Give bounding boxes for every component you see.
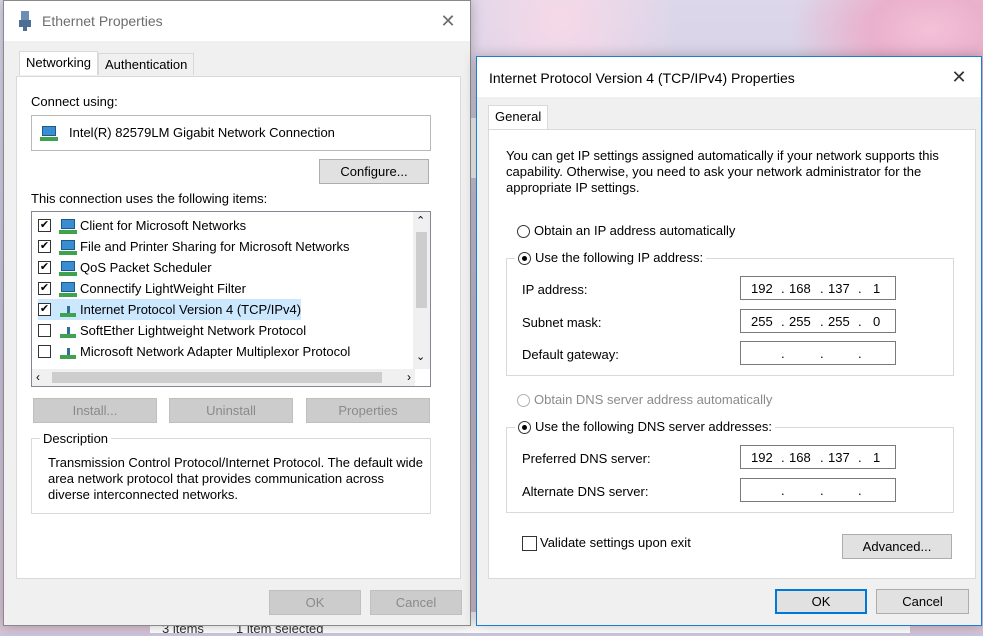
items-list[interactable]: ✔ Client for Microsoft Networks ✔ File a… (31, 211, 431, 387)
radio-obtain-ip[interactable] (517, 225, 530, 239)
ipv4-titlebar: Internet Protocol Version 4 (TCP/IPv4) P… (477, 57, 981, 97)
configure-button[interactable]: Configure... (319, 159, 429, 184)
chevron-left-icon[interactable]: ‹ (36, 370, 40, 384)
default-gateway-label: Default gateway: (522, 347, 619, 362)
checkbox[interactable]: ✔ (38, 261, 51, 274)
network-client-icon (59, 218, 77, 234)
use-dns-option[interactable]: Use the following DNS server addresses: (515, 419, 775, 435)
network-adapter-icon (19, 11, 31, 31)
ethernet-properties-window: Ethernet Properties ✕ Networking Authent… (3, 0, 471, 626)
network-service-icon (59, 260, 77, 276)
tab-general[interactable]: General (488, 105, 549, 129)
obtain-dns-option[interactable]: Obtain DNS server address automatically (517, 392, 772, 408)
item-label: File and Printer Sharing for Microsoft N… (80, 239, 350, 254)
list-item[interactable]: SoftEther Lightweight Network Protocol (38, 320, 306, 341)
chevron-right-icon[interactable]: › (407, 370, 411, 384)
description-title: Description (40, 431, 112, 446)
networking-panel: Connect using: Intel(R) 82579LM Gigabit … (16, 76, 461, 579)
dns-group: Use the following DNS server addresses: … (506, 419, 954, 513)
general-panel: You can get IP settings assigned automat… (488, 129, 976, 579)
cancel-button[interactable]: Cancel (370, 590, 462, 615)
checkbox[interactable]: ✔ (38, 219, 51, 232)
checkbox[interactable]: ✔ (38, 282, 51, 295)
ipv4-tabs: General (488, 105, 968, 131)
network-service-icon (59, 239, 77, 255)
preferred-dns-label: Preferred DNS server: (522, 451, 651, 466)
checkbox[interactable] (38, 324, 51, 337)
protocol-icon (59, 323, 77, 339)
scroll-thumb[interactable] (416, 232, 427, 308)
obtain-ip-option[interactable]: Obtain an IP address automatically (517, 223, 735, 239)
radio-use-ip[interactable] (518, 252, 531, 266)
adapter-icon (40, 125, 58, 141)
alternate-dns-input[interactable]: ... (740, 478, 896, 502)
ethernet-tabs: Networking Authentication (15, 51, 465, 77)
description-group: Description Transmission Control Protoco… (31, 431, 431, 514)
item-label: Internet Protocol Version 4 (TCP/IPv4) (80, 302, 302, 317)
item-label: SoftEther Lightweight Network Protocol (80, 323, 307, 338)
checkbox[interactable] (38, 345, 51, 358)
network-service-icon (59, 281, 77, 297)
subnet-mask-input[interactable]: 255. 255. 255. 0 (740, 309, 896, 333)
tab-networking[interactable]: Networking (19, 51, 99, 75)
protocol-icon (59, 302, 77, 318)
items-label: This connection uses the following items… (31, 191, 268, 206)
ok-button[interactable]: OK (775, 589, 867, 614)
intro-text: You can get IP settings assigned automat… (506, 148, 939, 195)
ok-button[interactable]: OK (269, 590, 361, 615)
description-text: Transmission Control Protocol/Internet P… (48, 455, 424, 502)
item-label: Connectify LightWeight Filter (80, 281, 246, 296)
vertical-scrollbar[interactable]: ⌃ ⌄ (413, 212, 430, 369)
chevron-down-icon[interactable]: ⌄ (416, 350, 425, 363)
list-item[interactable]: ✔ QoS Packet Scheduler (38, 257, 212, 278)
default-gateway-input[interactable]: ... (740, 341, 896, 365)
ethernet-title: Ethernet Properties (42, 13, 163, 29)
adapter-field: Intel(R) 82579LM Gigabit Network Connect… (31, 115, 431, 151)
item-label: QoS Packet Scheduler (80, 260, 212, 275)
cancel-button[interactable]: Cancel (876, 589, 969, 614)
ipv4-title: Internet Protocol Version 4 (TCP/IPv4) P… (489, 70, 795, 86)
close-icon[interactable]: ✕ (949, 67, 969, 87)
ip-group: Use the following IP address: IP address… (506, 250, 954, 376)
tab-authentication[interactable]: Authentication (98, 53, 195, 75)
validate-checkbox[interactable] (522, 536, 537, 552)
use-ip-option[interactable]: Use the following IP address: (515, 250, 707, 266)
preferred-dns-input[interactable]: 192. 168. 137. 1 (740, 445, 896, 469)
horizontal-scrollbar[interactable]: ‹ › (32, 369, 415, 386)
adapter-name: Intel(R) 82579LM Gigabit Network Connect… (69, 125, 335, 140)
properties-button[interactable]: Properties (306, 398, 430, 423)
ethernet-titlebar: Ethernet Properties ✕ (4, 1, 470, 41)
list-item[interactable]: ✔ File and Printer Sharing for Microsoft… (38, 236, 349, 257)
ip-address-input[interactable]: 192. 168. 137. 1 (740, 276, 896, 300)
subnet-mask-label: Subnet mask: (522, 315, 602, 330)
close-icon[interactable]: ✕ (438, 11, 458, 31)
chevron-up-icon[interactable]: ⌃ (416, 214, 425, 227)
protocol-icon (59, 344, 77, 360)
checkbox[interactable]: ✔ (38, 303, 51, 316)
advanced-button[interactable]: Advanced... (842, 534, 952, 559)
ipv4-properties-window: Internet Protocol Version 4 (TCP/IPv4) P… (476, 56, 982, 626)
item-label: Client for Microsoft Networks (80, 218, 247, 233)
install-button[interactable]: Install... (33, 398, 157, 423)
checkbox[interactable]: ✔ (38, 240, 51, 253)
radio-obtain-dns[interactable] (517, 394, 530, 408)
ip-address-label: IP address: (522, 282, 588, 297)
connect-using-label: Connect using: (31, 94, 118, 109)
list-item[interactable]: Microsoft Network Adapter Multiplexor Pr… (38, 341, 350, 362)
list-item[interactable]: ✔ Connectify LightWeight Filter (38, 278, 246, 299)
list-item[interactable]: ✔ Client for Microsoft Networks (38, 215, 246, 236)
hscroll-thumb[interactable] (52, 372, 382, 383)
list-item-selected[interactable]: ✔ Internet Protocol Version 4 (TCP/IPv4) (38, 299, 302, 320)
uninstall-button[interactable]: Uninstall (169, 398, 293, 423)
alternate-dns-label: Alternate DNS server: (522, 484, 649, 499)
item-label: Microsoft Network Adapter Multiplexor Pr… (80, 344, 351, 359)
validate-option[interactable]: Validate settings upon exit (522, 535, 691, 552)
radio-use-dns[interactable] (518, 421, 531, 435)
